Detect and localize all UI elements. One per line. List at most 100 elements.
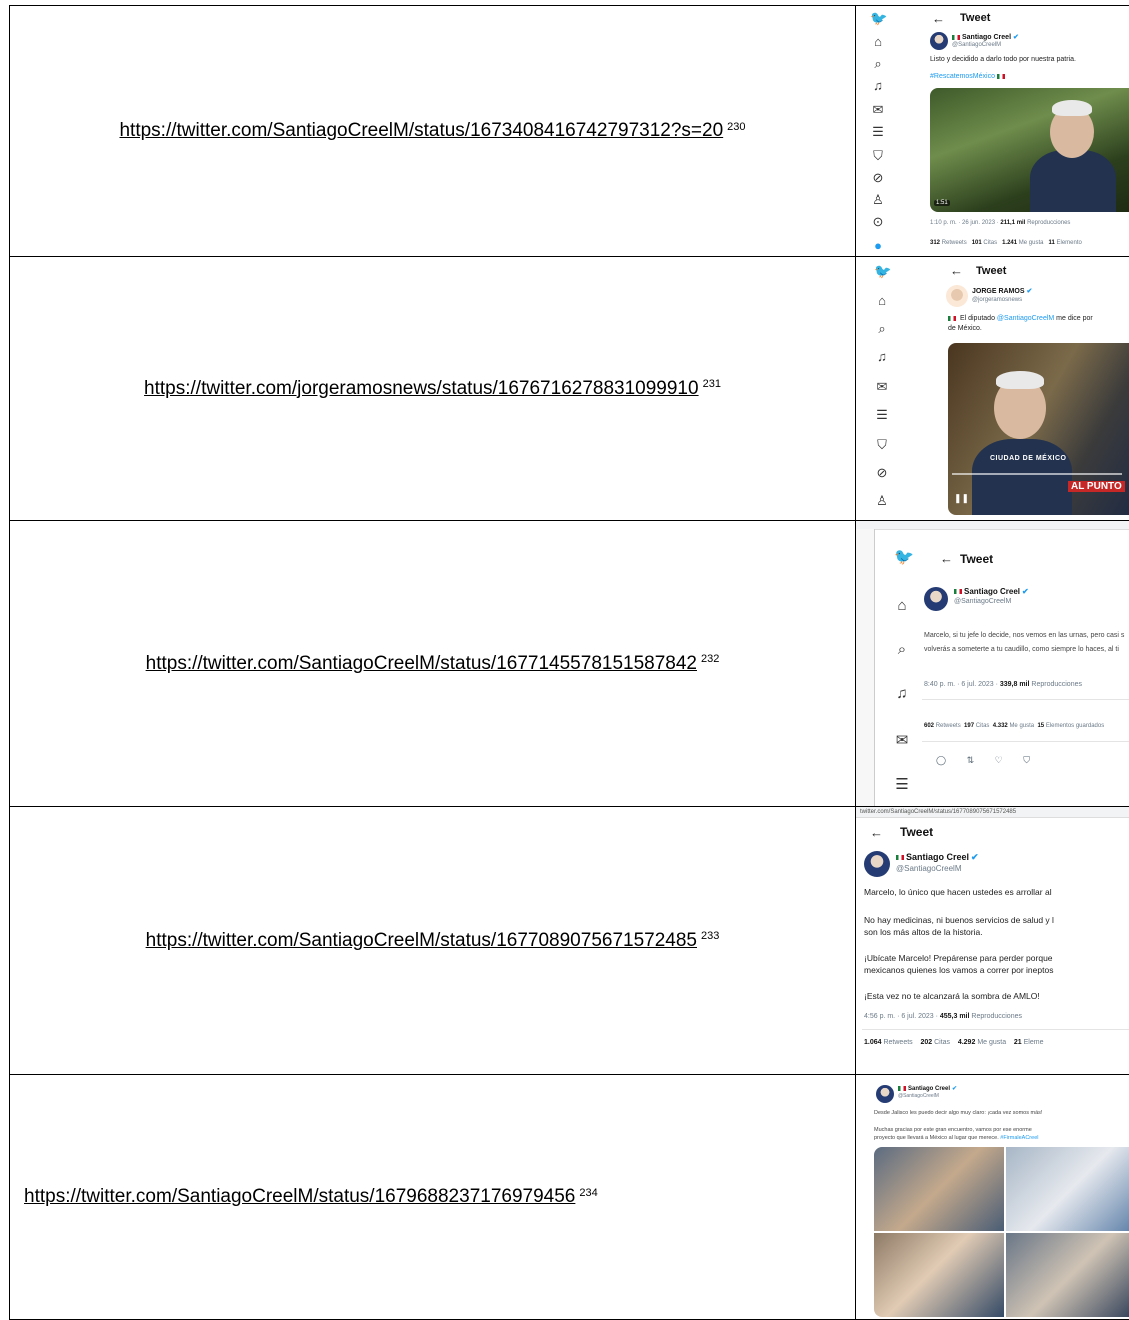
tweet-text: Desde Jalisco les puedo decir algo muy c… <box>874 1110 1042 1117</box>
twitter-bird-icon: 🐦 <box>870 10 886 27</box>
photo-crowd[interactable] <box>874 1147 1004 1231</box>
bookmark-icon[interactable]: ⛉ <box>1023 755 1030 765</box>
verified-icon: ⊘ <box>874 465 890 481</box>
tweet-screenshot: 🐦 ⌂ ⌕ ♫ ✉ ☰ ⛉ ⊘ ♙ ← Tweet JORGE RAMOS✔ @… <box>856 257 1129 520</box>
profile-icon: ♙ <box>870 192 886 208</box>
link-cell: https://twitter.com/SantiagoCreelM/statu… <box>10 6 856 257</box>
tweet-paragraph-4: ¡Esta vez no te alcanzará la sombra de A… <box>864 991 1040 1002</box>
tweet-text: Listo y decidido a darlo todo por nuestr… <box>930 55 1076 64</box>
video-caption: CIUDAD DE MÉXICO <box>990 455 1066 462</box>
nav-rail: 🐦 ⌂ ⌕ ♫ ✉ ☰ ⛉ ⊘ ♙ <box>856 257 900 520</box>
author-name: Santiago Creel✔ <box>952 33 1019 41</box>
avatar <box>864 851 890 877</box>
verified-badge-icon: ✔ <box>952 1086 957 1092</box>
author-name: Santiago Creel✔ <box>896 852 979 863</box>
lists-icon: ☰ <box>894 775 910 793</box>
tweet-photo-grid[interactable] <box>874 1147 1129 1317</box>
tweet-text-line2: Muchas gracias por este gran encuentro, … <box>874 1127 1032 1134</box>
screenshot-cell: 🐦 ⌂ ⌕ ♫ ✉ ☰ ⛉ ⊘ ♙ ← Tweet JORGE RAMOS✔ @… <box>856 257 1129 521</box>
author-name: JORGE RAMOS✔ <box>972 287 1032 295</box>
footnote-marker: 232 <box>701 653 719 665</box>
photo-selfie[interactable] <box>874 1233 1004 1317</box>
table-row: https://twitter.com/SantiagoCreelM/statu… <box>10 807 1129 1075</box>
twitter-bird-icon: 🐦 <box>894 547 910 567</box>
tweet-timestamp: 1:10 p. m. · 26 jun. 2023 · 211,1 mil Re… <box>930 220 1070 226</box>
profile-icon: ♙ <box>874 493 890 509</box>
avatar <box>946 285 968 307</box>
verified-icon: ⊘ <box>870 170 886 186</box>
tweet-link[interactable]: https://twitter.com/jorgeramosnews/statu… <box>144 378 699 399</box>
table-row: https://twitter.com/SantiagoCreelM/statu… <box>10 6 1129 257</box>
mexico-flag-icon <box>898 1086 906 1091</box>
tweet-text-line2: volverás a someterte a tu caudillo, como… <box>924 645 1119 654</box>
more-icon: ⊙ <box>870 214 886 230</box>
tweet-text-line3: proyecto que llevará a México al lugar q… <box>874 1135 1038 1142</box>
tweet-header: Tweet <box>900 825 933 839</box>
table-row: https://twitter.com/jorgeramosnews/statu… <box>10 257 1129 521</box>
verified-badge-icon: ✔ <box>1027 288 1033 295</box>
mexico-flag-icon <box>952 35 960 40</box>
photo-speaker[interactable] <box>1006 1147 1129 1231</box>
tweet-paragraph-3: ¡Ubícate Marcelo! Prepárense para perder… <box>864 953 1053 964</box>
person-hair <box>996 371 1044 389</box>
bookmarks-icon: ⛉ <box>870 148 886 164</box>
person-suit <box>1030 150 1116 212</box>
notifications-icon: ♫ <box>894 685 910 702</box>
tweet-paragraph-2: No hay medicinas, ni buenos servicios de… <box>864 915 1054 926</box>
screenshot-cell: 🐦 ⌂ ⌕ ♫ ✉ ☰ ← Tweet Santiago Creel✔ @San… <box>856 521 1129 807</box>
retweet-icon[interactable]: ⇅ <box>967 755 975 765</box>
screenshot-cell: 🐦 ⌂ ⌕ ♫ ✉ ☰ ⛉ ⊘ ♙ ⊙ ● ← Tweet Santiago C… <box>856 6 1129 257</box>
avatar <box>930 32 948 50</box>
twitter-bird-icon: 🐦 <box>874 263 890 280</box>
tweet-stats: 1.064 Retweets 202 Citas 4.292 Me gusta … <box>864 1039 1043 1046</box>
home-icon: ⌂ <box>894 597 910 614</box>
footnote-marker: 230 <box>727 121 745 133</box>
address-bar[interactable]: twitter.com/SantiagoCreelM/status/167708… <box>856 807 1129 818</box>
back-arrow-icon: ← <box>870 825 883 840</box>
divider <box>922 699 1129 700</box>
tweet-actions[interactable]: ◯ ⇅ ♡ ⛉ <box>936 755 1030 766</box>
tweet-timestamp: 8:40 p. m. · 6 jul. 2023 · 339,8 mil Rep… <box>924 681 1082 688</box>
compose-icon: ● <box>870 238 886 253</box>
verified-badge-icon: ✔ <box>1022 587 1029 596</box>
links-table: https://twitter.com/SantiagoCreelM/statu… <box>9 5 1129 1320</box>
nav-rail: 🐦 ⌂ ⌕ ♫ ✉ ☰ ⛉ ⊘ ♙ ⊙ ● <box>856 6 900 256</box>
author-name: Santiago Creel✔ <box>954 587 1029 596</box>
tweet-link[interactable]: https://twitter.com/SantiagoCreelM/statu… <box>24 1186 575 1207</box>
mexico-flag-icon <box>896 855 904 860</box>
tweet-link[interactable]: https://twitter.com/SantiagoCreelM/statu… <box>146 930 697 951</box>
tweet-video[interactable]: 1:51 <box>930 88 1129 212</box>
author-handle: @SantiagoCreelM <box>954 598 1011 605</box>
tweet-link[interactable]: https://twitter.com/SantiagoCreelM/statu… <box>146 653 697 674</box>
tweet-screenshot: twitter.com/SantiagoCreelM/status/167708… <box>856 807 1129 1074</box>
tweet-screenshot: 🐦 ⌂ ⌕ ♫ ✉ ☰ ← Tweet Santiago Creel✔ @San… <box>856 521 1129 806</box>
tweet-text-line2: de México. <box>948 324 982 333</box>
reply-icon[interactable]: ◯ <box>936 755 946 765</box>
tweet-paragraph-2b: son los más altos de la historia. <box>864 927 983 938</box>
divider <box>862 1029 1129 1030</box>
video-progress-bar[interactable] <box>952 473 1122 475</box>
notifications-icon: ♫ <box>870 78 886 93</box>
back-arrow-icon: ← <box>950 263 963 278</box>
tweet-video[interactable]: CIUDAD DE MÉXICO AL PUNTO ❚❚ <box>948 343 1129 515</box>
back-arrow-icon: ← <box>940 551 953 566</box>
link-cell: https://twitter.com/jorgeramosnews/statu… <box>10 257 856 521</box>
side-ruler <box>856 529 875 806</box>
tweet-screenshot: 🐦 ⌂ ⌕ ♫ ✉ ☰ ⛉ ⊘ ♙ ⊙ ● ← Tweet Santiago C… <box>856 6 1129 256</box>
bookmarks-icon: ⛉ <box>874 437 890 453</box>
footnote-marker: 233 <box>701 930 719 942</box>
tweet-link[interactable]: https://twitter.com/SantiagoCreelM/statu… <box>119 120 723 141</box>
screenshot-cell: twitter.com/SantiagoCreelM/status/167708… <box>856 807 1129 1075</box>
lists-icon: ☰ <box>870 124 886 140</box>
tweet-paragraph-1: Marcelo, lo único que hacen ustedes es a… <box>864 887 1052 898</box>
mexico-flag-icon <box>954 589 962 594</box>
pause-icon[interactable]: ❚❚ <box>954 493 969 504</box>
table-row: https://twitter.com/SantiagoCreelM/statu… <box>10 1075 1129 1320</box>
photo-greeting[interactable] <box>1006 1233 1129 1317</box>
tweet-stats: 602 Retweets 197 Citas 4.332 Me gusta 15… <box>924 723 1104 729</box>
search-icon: ⌕ <box>870 56 886 72</box>
author-handle: @SantiagoCreelM <box>896 864 961 873</box>
video-duration: 1:51 <box>934 200 950 206</box>
like-icon[interactable]: ♡ <box>995 755 1003 765</box>
hashtag[interactable]: #RescatemosMéxico <box>930 72 1007 81</box>
